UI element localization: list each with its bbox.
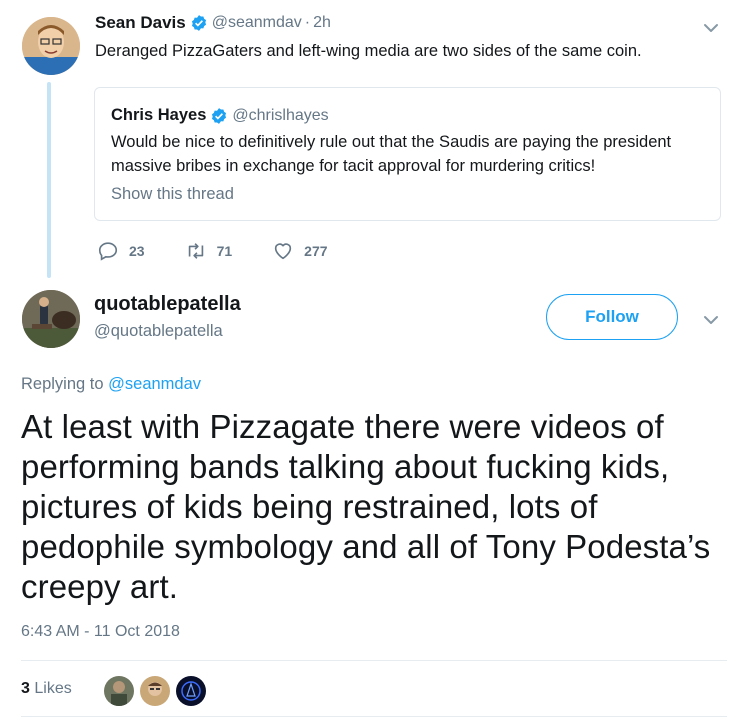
tweet-timestamp[interactable]: 6:43 AM - 11 Oct 2018 — [21, 623, 180, 641]
quoted-tweet-card[interactable]: Chris Hayes @chrislhayes Would be nice t… — [94, 87, 721, 221]
replying-to-mention[interactable]: @seanmdav — [108, 375, 201, 393]
tweet-page: Sean Davis @seanmdav · 2h Deranged Pizza… — [0, 0, 747, 720]
quoted-tweet-header: Chris Hayes @chrislhayes — [111, 106, 329, 125]
liker-avatar[interactable] — [140, 676, 170, 706]
verified-badge-icon — [191, 15, 206, 31]
heart-icon — [274, 243, 292, 260]
parent-tweet-header: Sean Davis @seanmdav · 2h — [95, 13, 331, 33]
avatar-sean-davis[interactable] — [22, 17, 80, 75]
thread-line — [47, 82, 51, 278]
reply-button[interactable]: 23 — [97, 240, 145, 262]
author-handle[interactable]: @quotablepatella — [94, 322, 223, 341]
quoted-tweet-text: Would be nice to definitively rule out t… — [111, 133, 672, 175]
likes-stat[interactable]: 3 Likes — [21, 680, 72, 698]
author-name[interactable]: quotablepatella — [94, 293, 241, 316]
verified-badge-icon — [212, 107, 227, 124]
retweet-button[interactable]: 71 — [185, 240, 233, 262]
reply-icon — [98, 242, 118, 261]
tweet-time[interactable]: 2h — [313, 14, 331, 32]
likes-count: 3 — [21, 680, 30, 697]
retweet-count: 71 — [216, 243, 233, 259]
replying-prefix: Replying to — [21, 375, 104, 393]
focused-tweet-text: At least with Pizzagate there were video… — [21, 408, 711, 605]
divider — [21, 716, 727, 717]
show-thread-link[interactable]: Show this thread — [111, 185, 234, 204]
liker-avatar[interactable] — [104, 676, 134, 706]
divider — [21, 660, 727, 661]
reply-count: 23 — [129, 243, 145, 259]
quoted-author-handle: @chrislhayes — [232, 106, 329, 124]
quoted-author-name: Chris Hayes — [111, 106, 207, 124]
separator-dot: · — [304, 14, 311, 31]
likes-label: Likes — [34, 680, 72, 697]
like-count: 277 — [304, 243, 328, 259]
author-name[interactable]: Sean Davis — [95, 13, 186, 33]
liker-avatar[interactable] — [176, 676, 206, 706]
replying-to-line: Replying to @seanmdav — [21, 375, 201, 394]
like-button[interactable]: 277 — [272, 240, 328, 262]
tweet-actions: 23 71 277 — [97, 240, 368, 262]
avatar-quotablepatella[interactable] — [22, 290, 80, 348]
author-handle[interactable]: @seanmdav — [212, 14, 302, 32]
chevron-down-icon[interactable] — [701, 18, 721, 38]
retweet-icon — [188, 243, 203, 259]
parent-tweet-text: Deranged PizzaGaters and left-wing media… — [95, 42, 642, 60]
follow-button[interactable]: Follow — [546, 294, 678, 340]
chevron-down-icon[interactable] — [701, 310, 721, 330]
